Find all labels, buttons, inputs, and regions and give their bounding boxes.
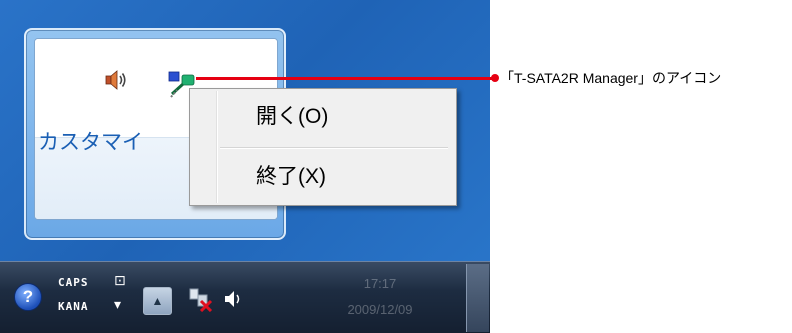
taskbar: ? CAPS ⊡ KANA ▾ ▲ 17:17 2009/12/09 [0,261,490,333]
callout-dot [491,74,499,82]
customize-link[interactable]: カスタマイ [38,126,143,156]
menu-item-exit[interactable]: 終了(X) [224,157,444,197]
menu-gutter [216,91,218,203]
ime-kana-indicator: KANA [58,300,89,313]
callout-label: 「T-SATA2R Manager」のアイコン [500,70,722,86]
screenshot-area: カスタマイ 開く(O) 終了(X) ? CAPS ⊡ KANA ▾ ▲ 17:1… [0,0,490,333]
menu-separator [220,147,448,149]
network-disconnected-icon[interactable] [187,286,213,312]
callout-line [196,77,494,80]
ime-options-icon[interactable]: ⊡ [114,272,126,289]
ime-dropdown-icon[interactable]: ▾ [114,296,121,313]
show-desktop-button[interactable] [466,264,489,332]
ime-caps-indicator: CAPS [58,276,89,289]
show-hidden-icons-button[interactable]: ▲ [143,287,172,315]
help-icon[interactable]: ? [14,283,42,311]
clock-date: 2009/12/09 [347,302,413,317]
speaker-icon[interactable] [104,69,128,91]
clock-time: 17:17 [363,276,397,291]
menu-item-open[interactable]: 開く(O) [224,97,444,137]
context-menu: 開く(O) 終了(X) [189,88,457,206]
taskbar-clock[interactable]: 17:17 2009/12/09 [295,262,465,333]
volume-icon[interactable] [222,288,244,310]
